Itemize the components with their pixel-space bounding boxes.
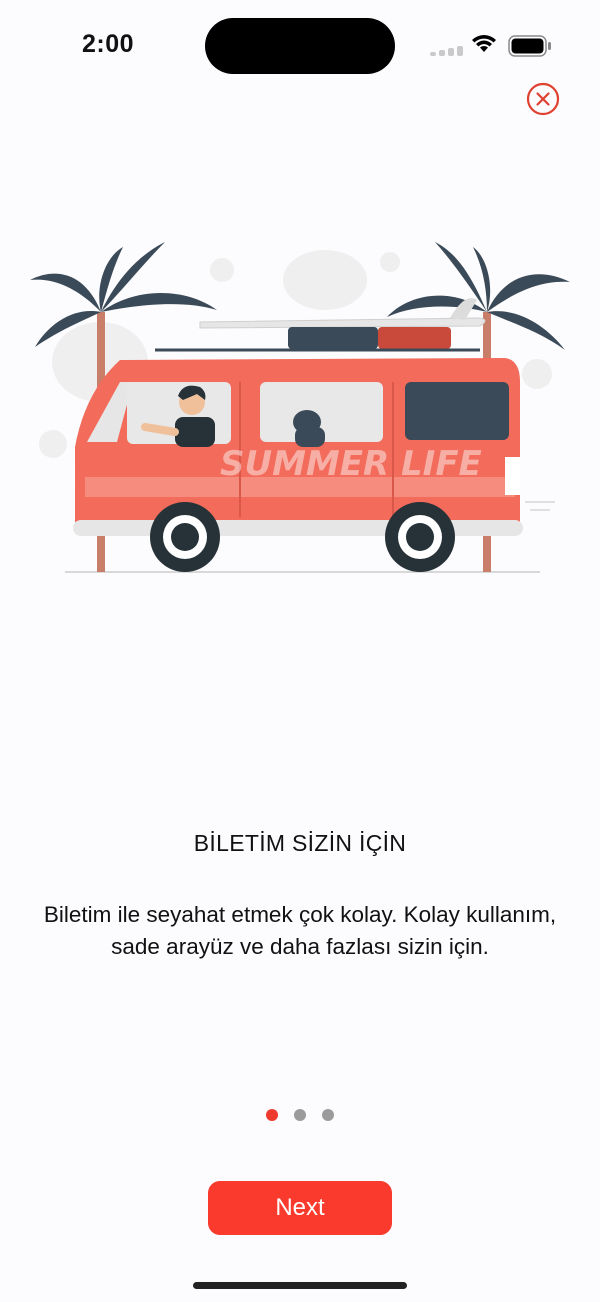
close-icon xyxy=(526,82,560,116)
wheel-front xyxy=(150,502,220,572)
signal-icon xyxy=(430,46,464,56)
summer-van-illustration: SUMMER LIFE xyxy=(30,242,570,573)
page-dot-3[interactable] xyxy=(322,1109,334,1121)
battery-icon xyxy=(508,35,551,57)
page-indicator xyxy=(0,1109,600,1123)
wheel-back xyxy=(385,502,455,572)
home-indicator[interactable] xyxy=(193,1282,407,1289)
next-button[interactable]: Next xyxy=(208,1181,392,1235)
page-dot-1[interactable] xyxy=(266,1109,278,1121)
wifi-icon xyxy=(472,35,496,52)
onboarding-description: Biletim ile seyahat etmek çok kolay. Kol… xyxy=(43,902,557,959)
status-bar: 2:00 xyxy=(0,0,600,90)
page-dot-2[interactable] xyxy=(294,1109,306,1121)
dynamic-island xyxy=(205,18,395,74)
onboarding-title: BİLETİM SİZİN İÇİN xyxy=(193,830,407,856)
summer-life-text: SUMMER LIFE xyxy=(220,444,482,484)
close-button[interactable] xyxy=(525,81,561,117)
status-time: 2:00 xyxy=(82,30,135,58)
